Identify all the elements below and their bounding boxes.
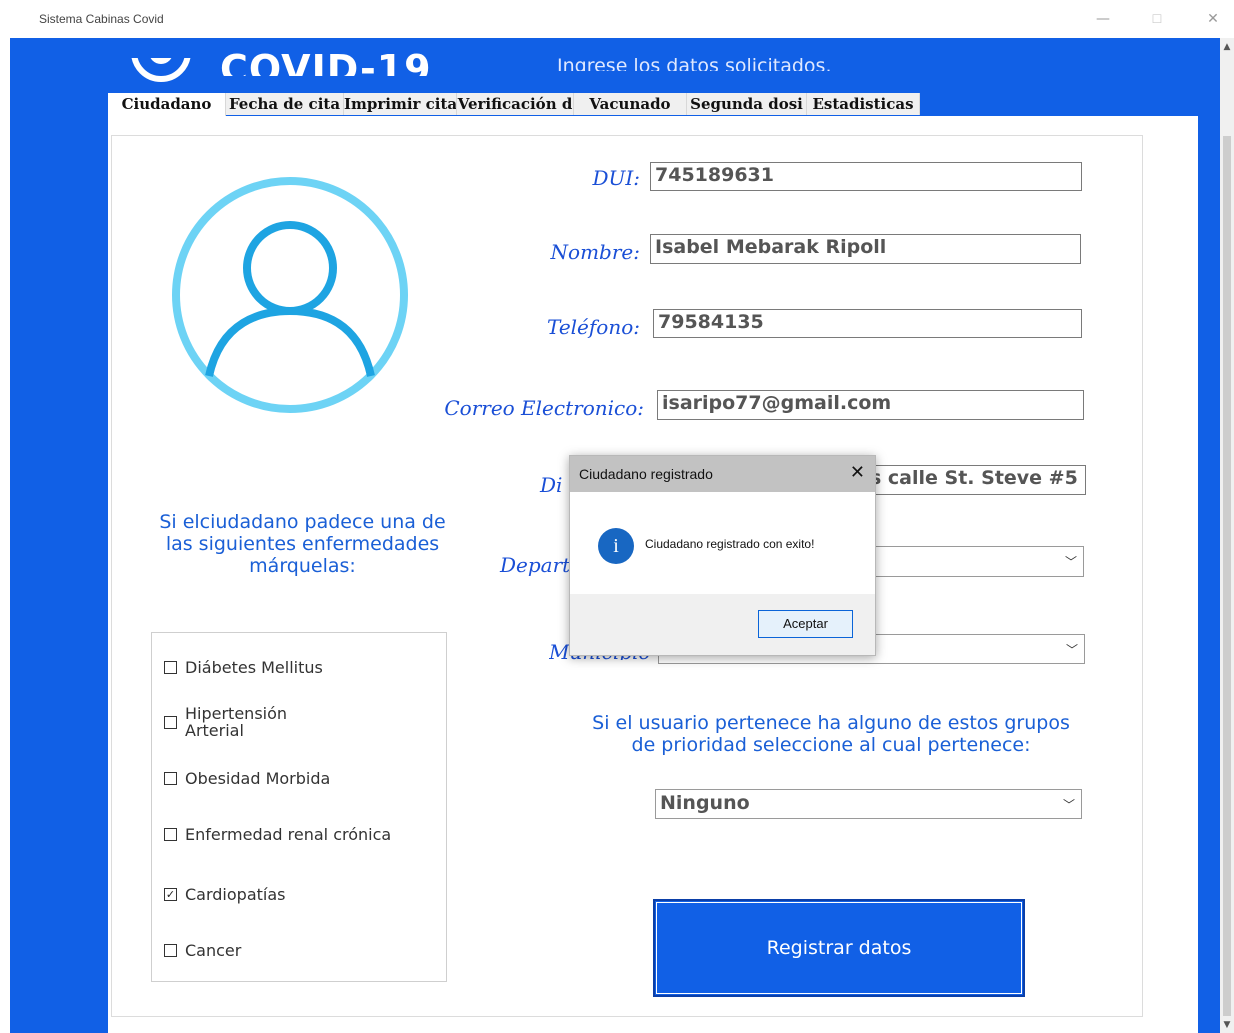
checkbox-box[interactable]	[164, 944, 177, 957]
accept-button[interactable]: Aceptar	[758, 610, 853, 638]
tab-imprimir-cita[interactable]: Imprimir cita	[344, 93, 457, 115]
window-title: Sistema Cabinas Covid	[39, 12, 164, 26]
tab-ciudadano[interactable]: Ciudadano	[108, 93, 226, 117]
correo-label: Correo Electronico:	[444, 396, 644, 420]
check-icon[interactable]: ✓	[164, 888, 177, 901]
close-window-button[interactable]: ✕	[1195, 4, 1231, 34]
priority-select[interactable]: Ninguno ﹀	[655, 789, 1082, 819]
chevron-down-icon: ﹀	[1065, 643, 1078, 657]
nombre-label: Nombre:	[550, 240, 640, 264]
correo-input[interactable]: isaripo77@gmail.com	[657, 390, 1084, 420]
direccion-input[interactable]: s calle St. Steve #5	[866, 465, 1086, 495]
scroll-up-icon[interactable]: ▲	[1220, 40, 1234, 54]
telefono-input[interactable]: 79584135	[653, 309, 1082, 338]
checkbox-diabetes[interactable]: Diábetes Mellitus	[164, 658, 323, 677]
register-button[interactable]: Registrar datos	[653, 899, 1025, 997]
checkbox-label: Obesidad Morbida	[185, 769, 331, 788]
logo-text: COVID-19	[220, 50, 432, 76]
checkbox-box[interactable]	[164, 828, 177, 841]
priority-select-value: Ninguno	[660, 792, 750, 814]
diseases-prompt: Si elciudadano padece una de las siguien…	[159, 511, 446, 577]
dialog-title: Ciudadano registrado	[579, 466, 713, 482]
checkbox-obesidad[interactable]: Obesidad Morbida	[164, 769, 330, 788]
window-title-bar: Sistema Cabinas Covid — ☐ ✕	[0, 0, 1234, 38]
departamento-select[interactable]: ﹀	[870, 546, 1084, 577]
covid-logo-icon	[130, 58, 192, 98]
checkbox-box[interactable]	[164, 715, 177, 729]
nombre-input[interactable]: Isabel Mebarak Ripoll	[650, 234, 1081, 264]
checkbox-label: Hipertensión Arterial	[185, 704, 288, 740]
checkbox-box[interactable]	[164, 772, 177, 785]
tab-verificacion[interactable]: Verificación d	[457, 93, 574, 115]
dialog-message: Ciudadano registrado con exito!	[645, 537, 815, 551]
header-hint: Ingrese los datos solicitados.	[557, 57, 832, 71]
checkbox-cancer[interactable]: Cancer	[164, 941, 241, 960]
user-avatar-icon	[172, 177, 408, 413]
direccion-label: Di	[540, 473, 563, 497]
dui-label: DUI:	[592, 166, 640, 190]
scroll-down-icon[interactable]: ▼	[1220, 1018, 1234, 1032]
chevron-down-icon: ﹀	[1064, 555, 1077, 569]
checkbox-hipertension[interactable]: Hipertensión Arterial	[164, 705, 294, 739]
diseases-checklist: Diábetes Mellitus Hipertensión Arterial …	[151, 632, 447, 982]
maximize-button[interactable]: ☐	[1139, 4, 1175, 34]
tab-segunda-dosis[interactable]: Segunda dosi	[687, 93, 807, 115]
scroll-thumb[interactable]	[1223, 136, 1231, 1016]
priority-instructions: Si el usuario pertenece ha alguno de est…	[592, 712, 1070, 756]
checkbox-label: Diábetes Mellitus	[185, 658, 323, 677]
chevron-down-icon: ﹀	[1062, 798, 1075, 812]
checkbox-box[interactable]	[164, 661, 177, 674]
departamento-label: Depart	[500, 553, 571, 577]
dialog-body: i Ciudadano registrado con exito!	[570, 492, 875, 594]
tab-vacunado[interactable]: Vacunado	[574, 93, 687, 115]
checkbox-label: Enfermedad renal crónica	[185, 825, 392, 844]
dui-input[interactable]: 745189631	[650, 162, 1082, 191]
checkbox-label: Cancer	[185, 941, 242, 960]
vertical-scrollbar[interactable]: ▲ ▼	[1220, 38, 1234, 1033]
tab-estadisticas[interactable]: Estadisticas	[807, 93, 920, 115]
checkbox-cardiopatias[interactable]: ✓ Cardiopatías	[164, 885, 285, 904]
close-icon[interactable]: ✕	[850, 462, 865, 483]
tab-bar: Ciudadano Fecha de cita Imprimir cita Ve…	[108, 93, 920, 117]
registered-dialog: Ciudadano registrado ✕ i Ciudadano regis…	[569, 455, 876, 656]
dialog-title-bar: Ciudadano registrado ✕	[570, 456, 875, 492]
minimize-button[interactable]: —	[1085, 4, 1121, 34]
checkbox-label: Cardiopatías	[185, 885, 286, 904]
info-icon: i	[598, 528, 634, 564]
telefono-label: Teléfono:	[547, 315, 640, 339]
checkbox-enfermedad-renal[interactable]: Enfermedad renal crónica	[164, 825, 391, 844]
tab-fecha-de-cita[interactable]: Fecha de cita	[226, 93, 344, 115]
